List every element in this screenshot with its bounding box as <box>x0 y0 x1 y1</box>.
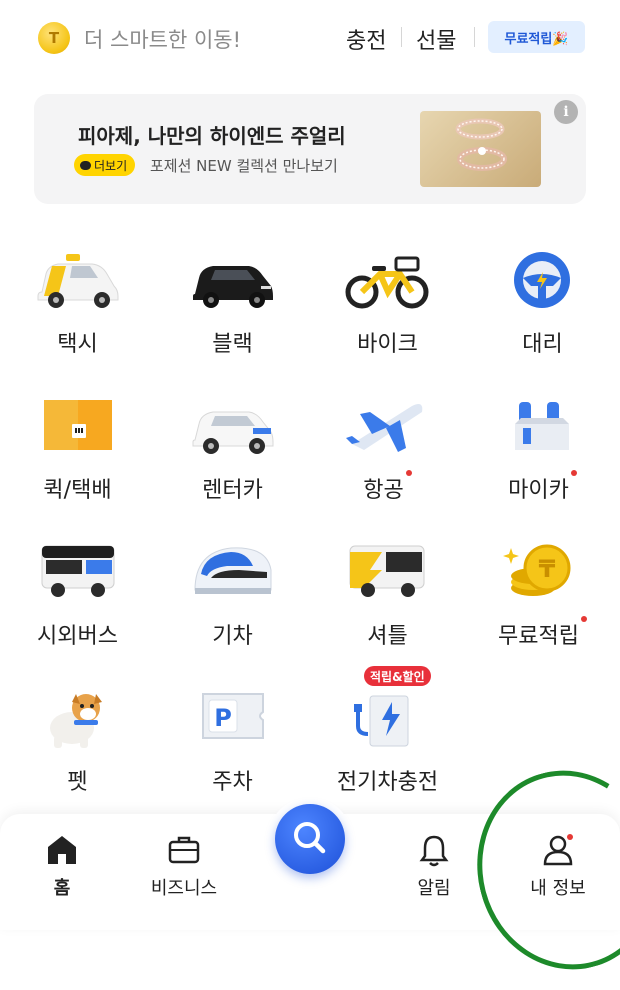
more-tag-label: 더보기 <box>94 158 128 173</box>
nav-alerts[interactable]: 알림 <box>374 814 494 904</box>
service-label: 퀵/택배 <box>43 478 112 503</box>
shuttle-icon <box>342 544 432 614</box>
info-icon[interactable]: i <box>554 100 578 124</box>
svg-text:₸: ₸ <box>539 555 556 583</box>
service-label: 전기차충전 <box>336 770 439 795</box>
service-label: 바이크 <box>357 332 418 357</box>
service-flight[interactable]: 항공 <box>310 398 465 528</box>
service-label: 주차 <box>212 770 253 795</box>
svg-text:P: P <box>214 704 232 732</box>
bike-icon <box>342 252 432 322</box>
chat-bubble-icon <box>80 160 91 170</box>
search-icon <box>294 822 326 854</box>
service-bike[interactable]: 바이크 <box>310 252 465 382</box>
notification-dot <box>405 470 412 476</box>
service-label: 마이카 <box>508 478 569 503</box>
coin-icon[interactable]: T <box>38 22 70 54</box>
service-pet[interactable]: 펫 <box>0 690 155 820</box>
airplane-icon <box>342 398 432 468</box>
charge-link[interactable]: 충전 <box>346 23 386 55</box>
service-label: 항공 <box>363 478 404 503</box>
promo-badge: 적립&할인 <box>364 666 431 686</box>
home-icon <box>44 832 80 868</box>
service-label: 대리 <box>522 332 563 357</box>
free-reward-button[interactable]: 무료적립🎉 <box>488 21 585 53</box>
service-intercity-bus[interactable]: 시외버스 <box>0 544 155 674</box>
service-quick-delivery[interactable]: 퀵/택배 <box>0 398 155 528</box>
service-train[interactable]: 기차 <box>155 544 310 674</box>
coin-stack-icon: ₸ <box>497 544 587 614</box>
ad-banner[interactable]: 피아제, 나만의 하이엔드 주얼리 더보기 포제션 NEW 컬렉션 만나보기 i <box>34 94 586 204</box>
service-label: 펫 <box>67 770 88 795</box>
rental-car-icon <box>187 398 277 468</box>
service-taxi[interactable]: 택시 <box>0 252 155 382</box>
bus-icon <box>32 544 122 614</box>
nav-business[interactable]: 비즈니스 <box>124 814 244 904</box>
bell-icon <box>416 832 452 868</box>
service-parking[interactable]: P 주차 <box>155 690 310 820</box>
nav-home[interactable]: 홈 <box>2 814 122 904</box>
jewelry-image <box>420 111 541 187</box>
nav-alerts-label: 알림 <box>417 878 451 899</box>
steering-wheel-icon <box>497 252 587 322</box>
service-ev-charging[interactable]: 전기차충전 <box>310 690 465 820</box>
service-label: 무료적립 <box>498 624 579 649</box>
parking-ticket-icon: P <box>187 690 277 760</box>
service-my-car[interactable]: 마이카 <box>465 398 620 528</box>
service-label: 택시 <box>57 332 98 357</box>
service-label: 시외버스 <box>37 624 118 649</box>
service-rental-car[interactable]: 렌터카 <box>155 398 310 528</box>
toolbox-icon <box>497 398 587 468</box>
service-free-reward[interactable]: ₸ 무료적립 <box>465 544 620 674</box>
divider <box>474 27 475 47</box>
search-button[interactable] <box>275 804 345 874</box>
banner-title: 피아제, 나만의 하이엔드 주얼리 <box>78 124 346 148</box>
briefcase-icon <box>166 832 202 868</box>
parcel-box-icon <box>32 398 122 468</box>
service-label: 셔틀 <box>367 624 408 649</box>
nav-home-label: 홈 <box>53 878 71 899</box>
service-shuttle[interactable]: 셔틀 <box>310 544 465 674</box>
divider <box>401 27 402 47</box>
service-driver[interactable]: 대리 <box>465 252 620 382</box>
notification-dot <box>570 470 577 476</box>
service-label: 렌터카 <box>202 478 263 503</box>
service-label: 기차 <box>212 624 253 649</box>
notification-dot <box>580 616 587 622</box>
highlight-circle-annotation <box>455 750 620 990</box>
black-car-icon <box>187 252 277 322</box>
banner-subtitle: 포제션 NEW 컬렉션 만나보기 <box>150 157 338 175</box>
dog-icon <box>32 690 122 760</box>
more-tag[interactable]: 더보기 <box>74 154 136 176</box>
service-black[interactable]: 블랙 <box>155 252 310 382</box>
service-label: 블랙 <box>212 332 253 357</box>
nav-business-label: 비즈니스 <box>150 878 218 899</box>
gift-link[interactable]: 선물 <box>416 23 456 55</box>
top-header: T 더 스마트한 이동! 충전 선물 무료적립🎉 <box>0 0 620 76</box>
tagline: 더 스마트한 이동! <box>84 28 242 52</box>
taxi-icon <box>32 252 122 322</box>
train-icon <box>187 544 277 614</box>
ev-charger-icon <box>342 690 432 760</box>
